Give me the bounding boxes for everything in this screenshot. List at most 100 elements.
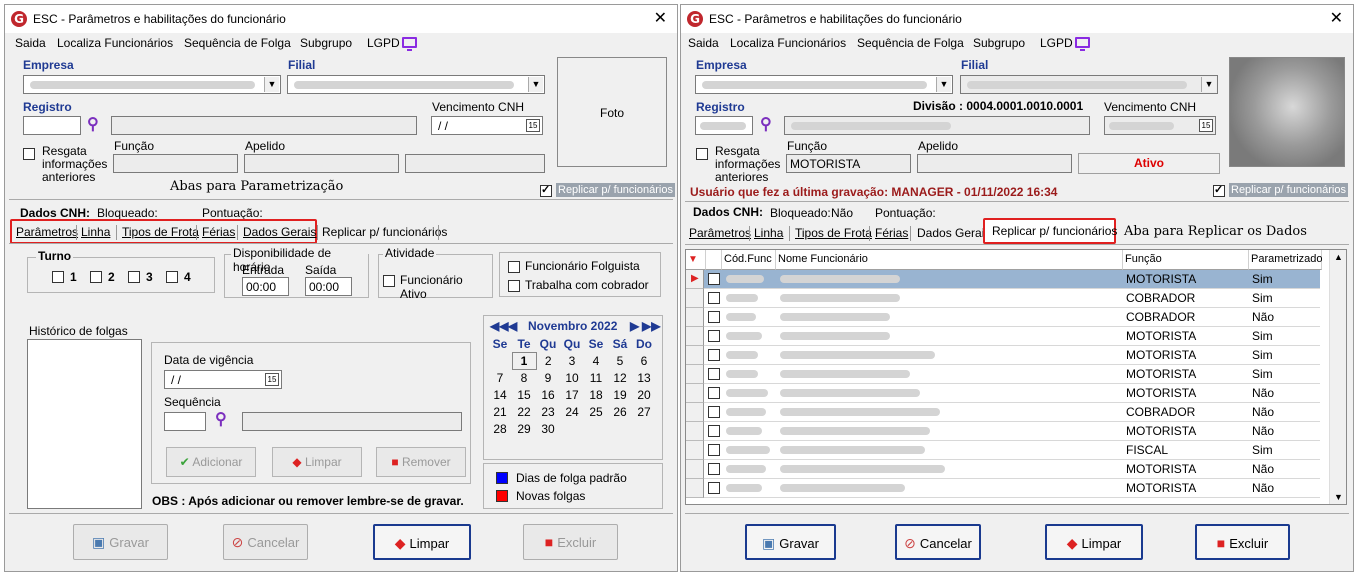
prev-month-icon[interactable]: ◀ xyxy=(508,319,517,333)
empresa-select[interactable]: ▼ xyxy=(695,75,953,94)
row-checkbox[interactable] xyxy=(708,425,720,437)
menu-subgrupo[interactable]: Subgrupo xyxy=(300,36,352,50)
tab-tipos-frota[interactable]: Tipos de Frota xyxy=(122,225,199,239)
row-checkbox[interactable] xyxy=(708,330,720,342)
tab-ferias[interactable]: Férias xyxy=(875,226,908,240)
tab-linha[interactable]: Linha xyxy=(81,225,110,239)
day[interactable] xyxy=(488,353,512,370)
tab-parametros[interactable]: Parâmetros xyxy=(689,226,751,240)
next-year-icon[interactable]: ▶▶ xyxy=(642,319,660,333)
empresa-select[interactable]: ▼ xyxy=(23,75,281,94)
excluir-button[interactable]: ■ Excluir xyxy=(523,524,618,560)
day[interactable]: 29 xyxy=(512,421,536,438)
day[interactable]: 21 xyxy=(488,404,512,421)
row-handle[interactable] xyxy=(686,479,704,498)
day[interactable]: 3 xyxy=(560,353,584,370)
table-row[interactable]: MOTORISTA Não xyxy=(686,460,1320,479)
tab-parametros[interactable]: Parâmetros xyxy=(16,225,78,239)
folguista-checkbox[interactable] xyxy=(508,261,520,273)
row-handle[interactable] xyxy=(686,403,704,422)
day[interactable]: 17 xyxy=(560,387,584,404)
menu-saida[interactable]: Saida xyxy=(688,36,719,50)
menu-localiza-funcionarios[interactable]: Localiza Funcionários xyxy=(57,36,173,50)
day[interactable]: 5 xyxy=(608,353,632,370)
registro-input[interactable] xyxy=(695,116,753,135)
day[interactable]: 28 xyxy=(488,421,512,438)
row-handle[interactable] xyxy=(686,460,704,479)
tab-replicar[interactable]: Replicar p/ funcionários xyxy=(992,224,1117,238)
menu-sequencia-folga[interactable]: Sequência de Folga xyxy=(857,36,964,50)
menu-subgrupo[interactable]: Subgrupo xyxy=(973,36,1025,50)
table-row[interactable]: COBRADOR Não xyxy=(686,403,1320,422)
tab-tipos-frota[interactable]: Tipos de Frota xyxy=(795,226,872,240)
excluir-button[interactable]: ■ Excluir xyxy=(1195,524,1290,560)
day[interactable] xyxy=(584,421,608,438)
row-checkbox[interactable] xyxy=(708,368,720,380)
turno-1-checkbox[interactable] xyxy=(52,271,64,283)
table-row[interactable]: MOTORISTA Sim xyxy=(686,327,1320,346)
limpar-button[interactable]: ◆ Limpar xyxy=(373,524,471,560)
day[interactable]: 12 xyxy=(608,370,632,387)
table-row[interactable]: MOTORISTA Não xyxy=(686,422,1320,441)
day[interactable]: 7 xyxy=(488,370,512,387)
day-selected[interactable]: 1 xyxy=(511,352,537,370)
day[interactable]: 20 xyxy=(632,387,656,404)
row-handle[interactable] xyxy=(686,384,704,403)
cancelar-button[interactable]: ⊘ Cancelar xyxy=(895,524,981,560)
registro-input[interactable] xyxy=(23,116,81,135)
tab-linha[interactable]: Linha xyxy=(754,226,783,240)
table-row[interactable]: ▶ MOTORISTA Sim xyxy=(686,270,1320,289)
day[interactable]: 25 xyxy=(584,404,608,421)
search-icon[interactable]: ⚲ xyxy=(760,114,772,134)
limpar-button[interactable]: ◆ Limpar xyxy=(1045,524,1143,560)
prev-year-icon[interactable]: ◀◀ xyxy=(490,319,508,333)
resgata-checkbox[interactable] xyxy=(23,148,35,160)
day[interactable]: 10 xyxy=(560,370,584,387)
calendar-icon[interactable]: 15 xyxy=(265,373,279,386)
turno-3-checkbox[interactable] xyxy=(128,271,140,283)
day[interactable]: 23 xyxy=(536,404,560,421)
gravar-button[interactable]: ▣ Gravar xyxy=(745,524,836,560)
sequencia-input[interactable] xyxy=(164,412,206,431)
vencimento-cnh-input[interactable]: / / 15 xyxy=(431,116,543,135)
row-handle[interactable] xyxy=(686,346,704,365)
filial-select[interactable]: ▼ xyxy=(960,75,1218,94)
row-checkbox[interactable] xyxy=(708,406,720,418)
row-checkbox[interactable] xyxy=(708,349,720,361)
row-pointer-icon[interactable]: ▶ xyxy=(686,270,704,289)
day[interactable] xyxy=(560,421,584,438)
resgata-checkbox[interactable] xyxy=(696,148,708,160)
row-handle[interactable] xyxy=(686,308,704,327)
row-checkbox[interactable] xyxy=(708,444,720,456)
day[interactable]: 6 xyxy=(632,353,656,370)
table-row[interactable]: MOTORISTA Sim xyxy=(686,346,1320,365)
day[interactable]: 19 xyxy=(608,387,632,404)
filial-select[interactable]: ▼ xyxy=(287,75,545,94)
day[interactable] xyxy=(608,421,632,438)
day[interactable]: 14 xyxy=(488,387,512,404)
chevron-down-icon[interactable]: ▼ xyxy=(936,77,951,92)
tab-replicar[interactable]: Replicar p/ funcionários xyxy=(322,225,447,239)
replicar-checkbox[interactable] xyxy=(540,183,552,197)
funcionario-ativo-checkbox[interactable] xyxy=(383,275,395,287)
day[interactable] xyxy=(632,421,656,438)
menu-saida[interactable]: Saida xyxy=(15,36,46,50)
vertical-scrollbar[interactable]: ▲ ▼ xyxy=(1329,250,1346,504)
gravar-button[interactable]: ▣ Gravar xyxy=(73,524,168,560)
row-handle[interactable] xyxy=(686,289,704,308)
row-handle[interactable] xyxy=(686,365,704,384)
day[interactable]: 2 xyxy=(536,353,560,370)
monitor-icon[interactable] xyxy=(402,37,417,51)
row-checkbox[interactable] xyxy=(708,292,720,304)
entrada-input[interactable]: 00:00 xyxy=(242,277,289,296)
search-icon[interactable]: ⚲ xyxy=(215,409,227,429)
saida-input[interactable]: 00:00 xyxy=(305,277,352,296)
search-icon[interactable]: ⚲ xyxy=(87,114,99,134)
menu-sequencia-folga[interactable]: Sequência de Folga xyxy=(184,36,291,50)
row-handle[interactable] xyxy=(686,327,704,346)
calendar-icon[interactable]: 15 xyxy=(526,119,540,132)
close-icon[interactable]: ✕ xyxy=(1330,8,1343,28)
day[interactable]: 26 xyxy=(608,404,632,421)
turno-4-checkbox[interactable] xyxy=(166,271,178,283)
day[interactable]: 11 xyxy=(584,370,608,387)
